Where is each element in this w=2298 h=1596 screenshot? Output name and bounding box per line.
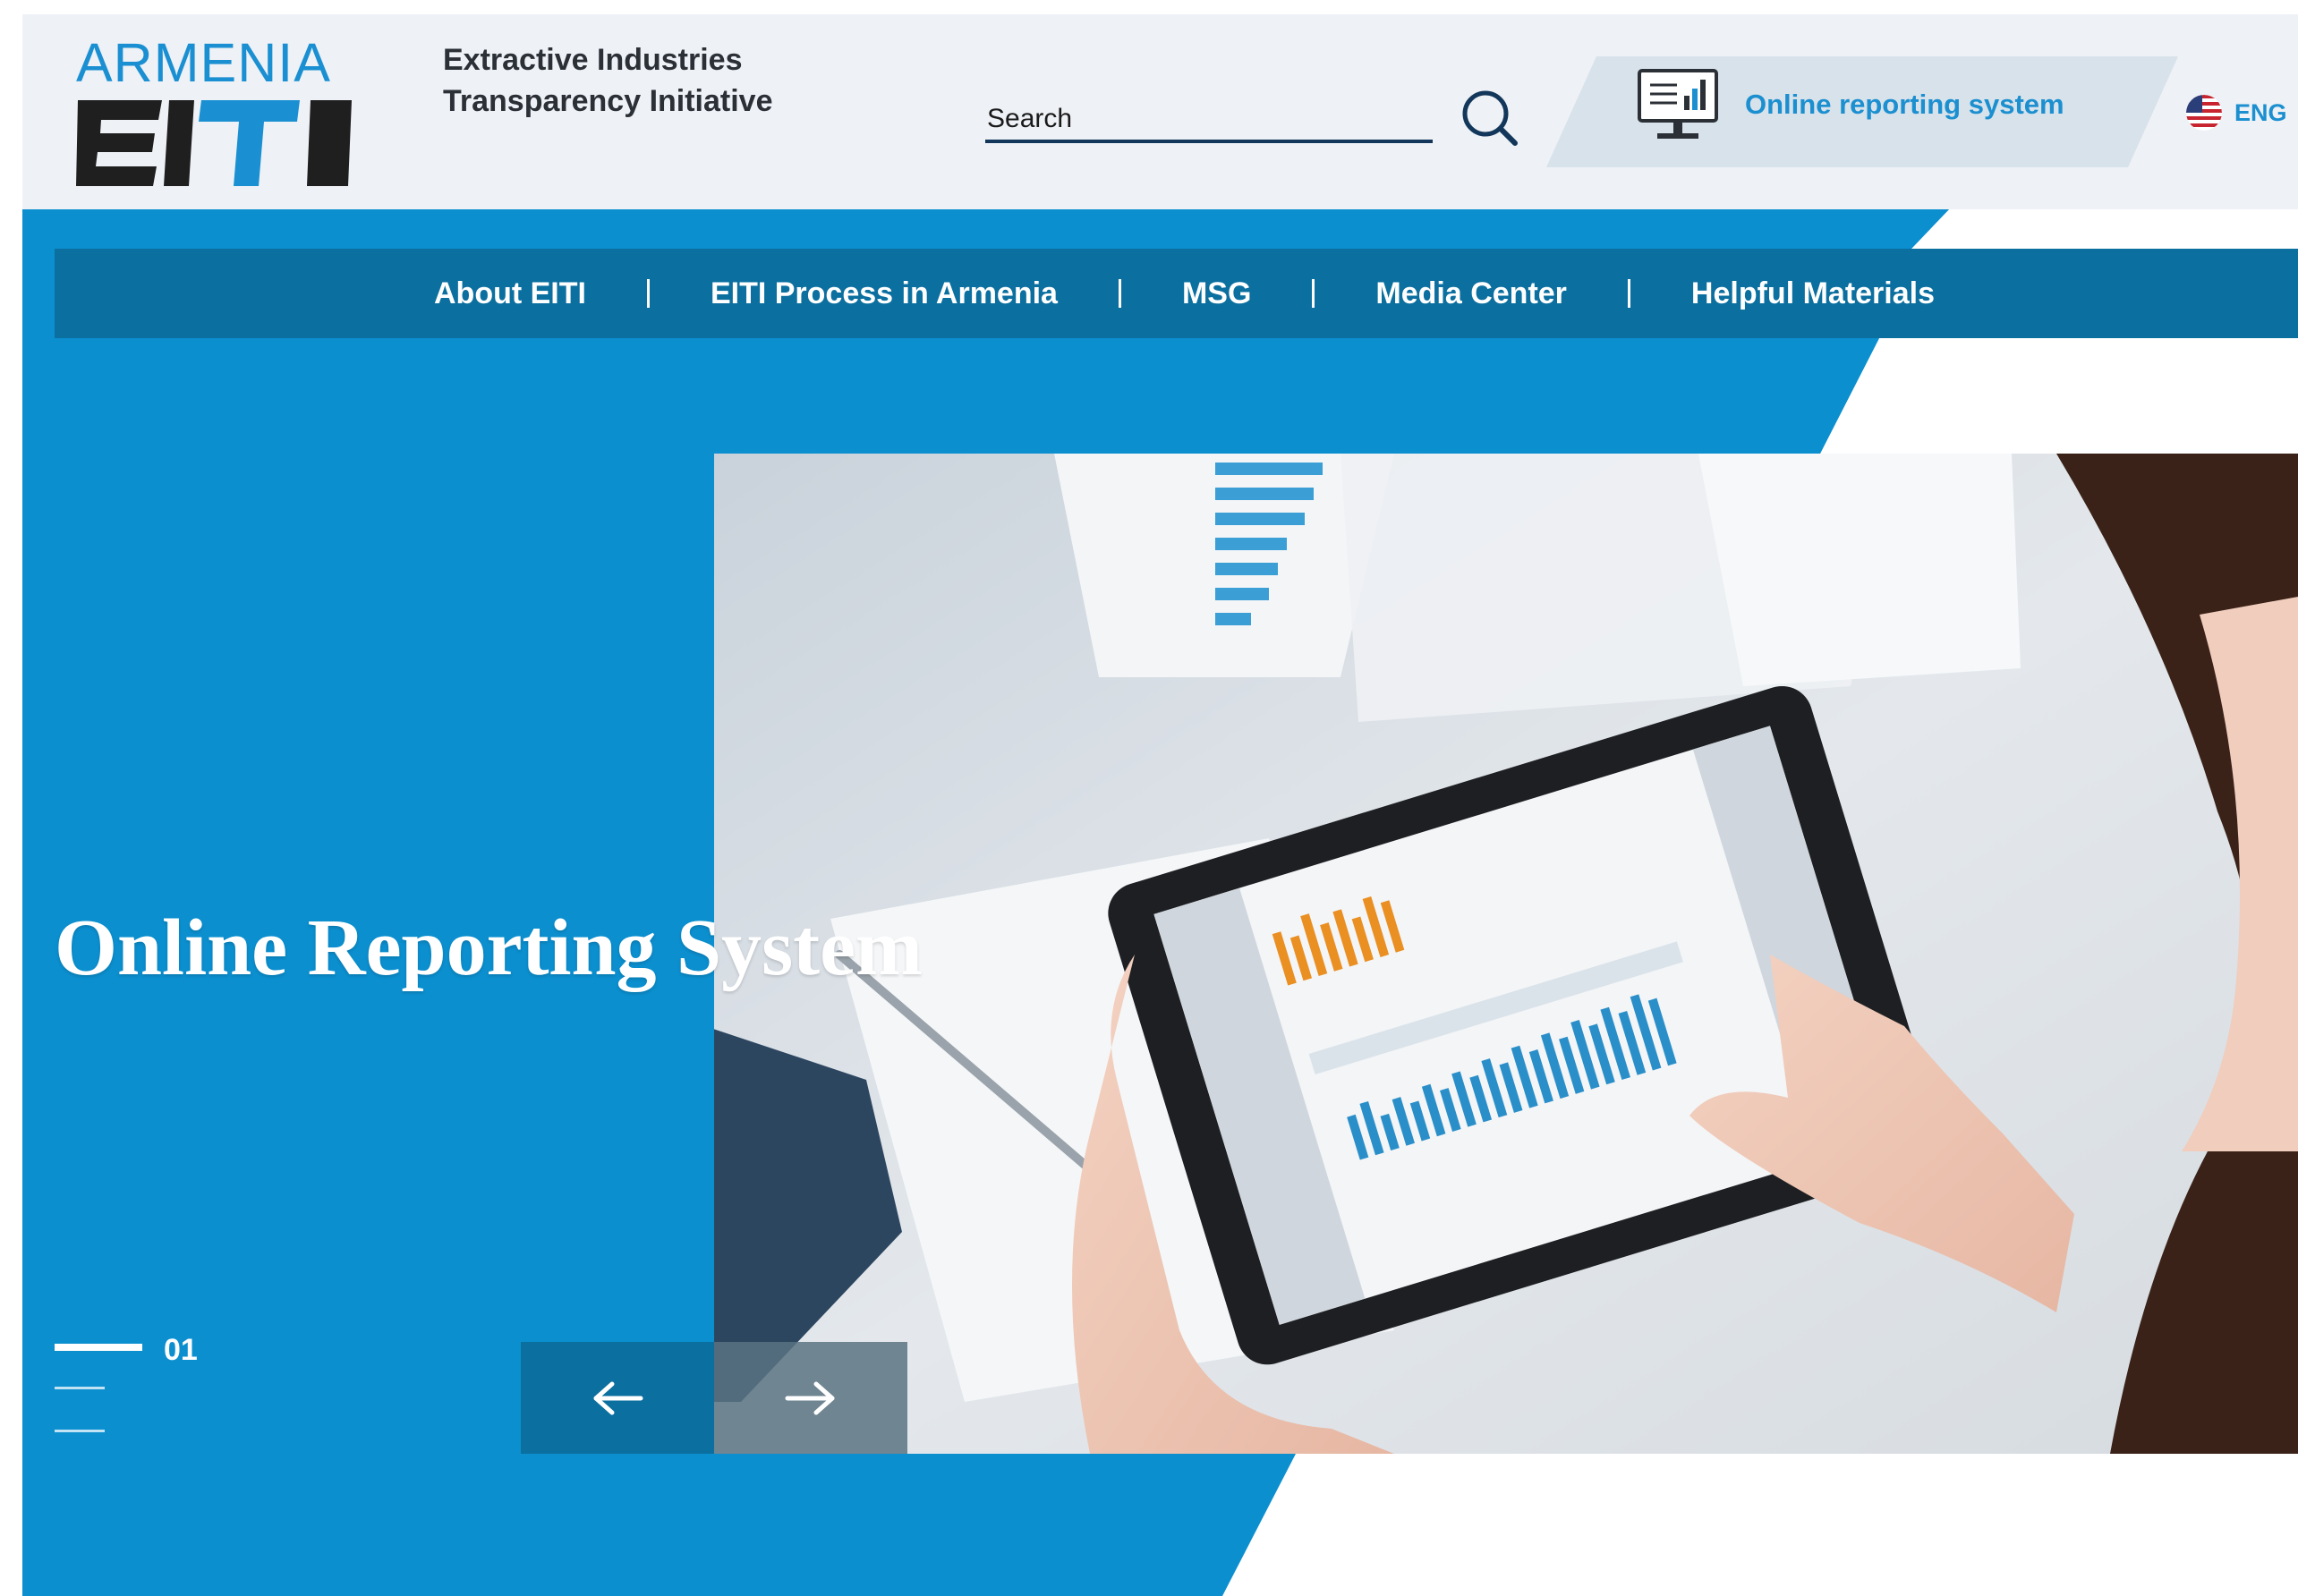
arrow-right-icon bbox=[785, 1381, 835, 1414]
nav-separator bbox=[1118, 279, 1121, 308]
slide-number: 01 bbox=[164, 1333, 198, 1367]
slide-indicator-1[interactable] bbox=[55, 1344, 142, 1351]
language-label: ENG bbox=[2234, 98, 2287, 126]
nav-item-msg[interactable]: MSG bbox=[1182, 276, 1251, 311]
arrow-left-icon bbox=[593, 1381, 643, 1414]
us-flag-icon bbox=[2186, 95, 2222, 131]
nav-items: About EITI EITI Process in Armenia MSG M… bbox=[434, 249, 1935, 338]
language-selector[interactable]: ENG bbox=[2186, 86, 2287, 140]
nav-item-about-eiti[interactable]: About EITI bbox=[434, 276, 586, 311]
nav-separator bbox=[1312, 279, 1315, 308]
nav-separator bbox=[646, 279, 650, 308]
search-form bbox=[985, 86, 1518, 150]
site-tagline: Extractive Industries Transparency Initi… bbox=[443, 39, 819, 122]
previous-slide-button[interactable] bbox=[521, 1342, 714, 1454]
hero-title: Online Reporting System bbox=[55, 904, 923, 992]
main-navigation: About EITI EITI Process in Armenia MSG M… bbox=[55, 249, 2298, 338]
nav-item-media-center[interactable]: Media Center bbox=[1375, 276, 1567, 311]
slide-indicator-3[interactable] bbox=[55, 1430, 105, 1432]
search-button[interactable] bbox=[1458, 86, 1522, 150]
nav-item-eiti-process[interactable]: EITI Process in Armenia bbox=[711, 276, 1058, 311]
search-icon bbox=[1462, 90, 1518, 146]
online-reporting-link[interactable]: Online reporting system bbox=[1546, 56, 2178, 167]
monitor-chart-icon bbox=[1638, 69, 1718, 139]
tagline-line-1: Extractive Industries bbox=[443, 43, 743, 77]
nav-item-helpful-materials[interactable]: Helpful Materials bbox=[1691, 276, 1935, 311]
next-slide-button[interactable] bbox=[714, 1342, 907, 1454]
slide-indicators: 01 bbox=[55, 1333, 234, 1440]
logo-eiti-mark bbox=[76, 100, 352, 186]
hero-image bbox=[714, 454, 2298, 1454]
slide-indicator-2[interactable] bbox=[55, 1387, 105, 1389]
online-reporting-banner: Online reporting system bbox=[1546, 56, 2178, 167]
nav-separator bbox=[1627, 279, 1630, 308]
site-logo[interactable]: ARMENIA bbox=[76, 34, 362, 191]
site-header: ARMENIA Extractive Industries Transparen… bbox=[22, 14, 2298, 209]
logo-armenia-text: ARMENIA bbox=[76, 32, 331, 93]
online-reporting-label: Online reporting system bbox=[1745, 89, 2064, 120]
tagline-line-2: Transparency Initiative bbox=[443, 84, 773, 118]
search-input[interactable] bbox=[985, 98, 1433, 143]
